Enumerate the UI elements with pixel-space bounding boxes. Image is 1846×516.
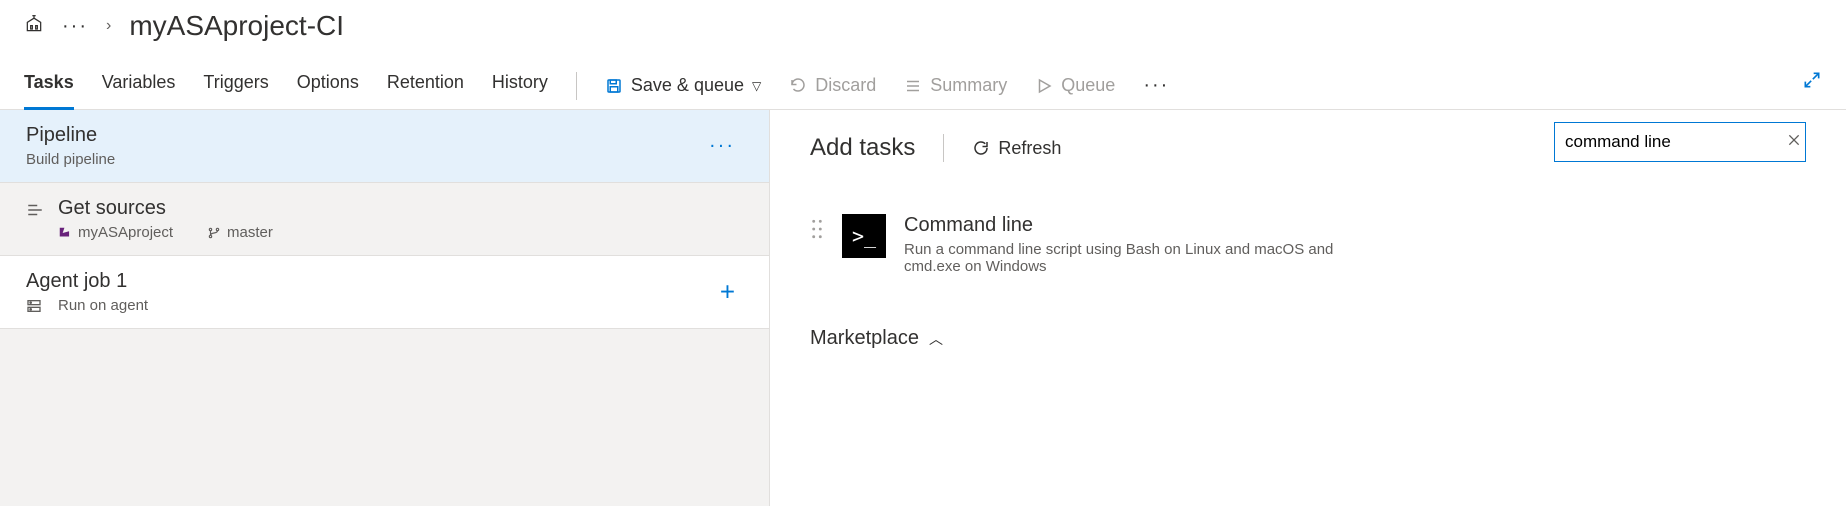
pipeline-tree: Pipeline Build pipeline ··· Get sources … <box>0 110 770 506</box>
clear-search-icon[interactable] <box>1786 132 1802 153</box>
tab-triggers[interactable]: Triggers <box>203 62 268 109</box>
tab-variables[interactable]: Variables <box>102 62 176 109</box>
page-title[interactable]: myASAproject-CI <box>129 10 344 42</box>
repo-name: myASAproject <box>78 224 173 241</box>
toolbar-separator <box>576 72 577 100</box>
get-sources-title: Get sources <box>58 197 297 220</box>
agent-job-sub-text: Run on agent <box>58 297 148 314</box>
command-line-icon: >_ <box>842 214 886 258</box>
breadcrumb-ellipsis[interactable]: ··· <box>62 15 88 38</box>
discard-button: Discard <box>789 75 876 96</box>
refresh-button[interactable]: Refresh <box>972 138 1061 159</box>
pipeline-row[interactable]: Pipeline Build pipeline ··· <box>0 110 769 183</box>
org-icon[interactable] <box>24 14 44 39</box>
get-sources-row[interactable]: Get sources myASAproject master <box>0 183 769 256</box>
command-line-icon-glyph: >_ <box>852 224 876 248</box>
pipeline-subtitle: Build pipeline <box>26 151 743 168</box>
tab-bar: Tasks Variables Triggers Options Retenti… <box>0 62 1846 110</box>
drag-handle-icon[interactable] <box>810 214 824 245</box>
agent-job-title: Agent job 1 <box>26 270 743 293</box>
branch-indicator: master <box>207 224 273 241</box>
refresh-label: Refresh <box>998 138 1061 159</box>
task-description: Run a command line script using Bash on … <box>904 241 1344 275</box>
discard-label: Discard <box>815 75 876 96</box>
marketplace-section-toggle[interactable]: Marketplace ︿ <box>810 327 1806 350</box>
summary-button: Summary <box>904 75 1007 96</box>
add-tasks-heading: Add tasks <box>810 134 915 162</box>
save-and-queue-button[interactable]: Save & queue ▽ <box>605 75 761 96</box>
body-panes: Pipeline Build pipeline ··· Get sources … <box>0 110 1846 506</box>
agent-job-subtitle: Run on agent <box>26 297 743 314</box>
tab-history[interactable]: History <box>492 62 548 109</box>
queue-button: Queue <box>1035 75 1115 96</box>
save-and-queue-label: Save & queue <box>631 75 744 96</box>
summary-label: Summary <box>930 75 1007 96</box>
sources-icon <box>26 197 44 224</box>
pipeline-title: Pipeline <box>26 124 743 147</box>
marketplace-label: Marketplace <box>810 327 919 350</box>
tab-options[interactable]: Options <box>297 62 359 109</box>
breadcrumb: ··· › myASAproject-CI <box>0 0 1846 62</box>
agent-job-row[interactable]: Agent job 1 Run on agent + <box>0 256 769 329</box>
toolbar-more-button[interactable]: ··· <box>1143 74 1169 97</box>
chevron-down-icon: ▽ <box>752 79 761 93</box>
chevron-up-icon: ︿ <box>929 329 943 349</box>
task-search-box[interactable] <box>1554 122 1806 162</box>
tab-retention[interactable]: Retention <box>387 62 464 109</box>
fullscreen-icon[interactable] <box>1802 70 1822 95</box>
server-icon <box>26 297 48 314</box>
pipeline-more-button[interactable]: ··· <box>709 135 735 158</box>
task-name: Command line <box>904 214 1344 237</box>
repo-indicator: myASAproject <box>58 224 173 241</box>
queue-label: Queue <box>1061 75 1115 96</box>
tabs-group: Tasks Variables Triggers Options Retenti… <box>24 62 548 109</box>
add-task-button[interactable]: + <box>720 277 735 308</box>
branch-name: master <box>227 224 273 241</box>
task-search-input[interactable] <box>1565 132 1786 152</box>
toolbar: Save & queue ▽ Discard Summary Queue ··· <box>605 74 1169 97</box>
tab-tasks[interactable]: Tasks <box>24 62 74 110</box>
vertical-separator <box>943 134 944 162</box>
task-result-command-line[interactable]: >_ Command line Run a command line scrip… <box>810 214 1806 275</box>
add-tasks-panel: Add tasks Refresh >_ Command line Run a … <box>770 110 1846 506</box>
chevron-right-icon: › <box>106 17 111 35</box>
